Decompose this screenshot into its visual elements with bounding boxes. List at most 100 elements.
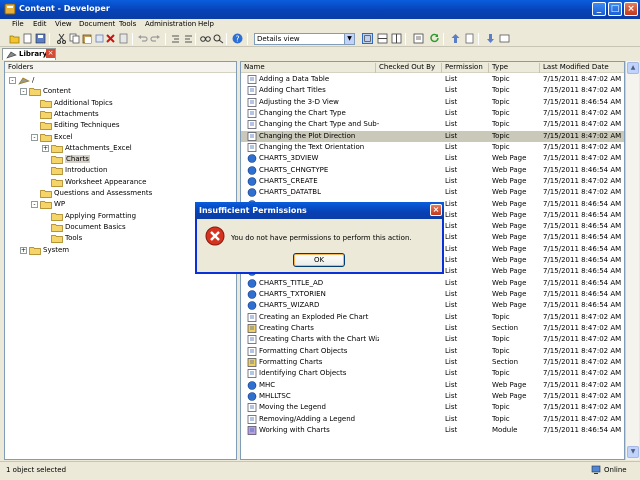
delete-icon[interactable] [105, 33, 116, 44]
cell-permission: List [445, 86, 458, 95]
folder-node[interactable]: - Excel [31, 132, 231, 143]
column-header-name[interactable]: Name [241, 63, 376, 73]
maximize-button[interactable]: □ [608, 2, 622, 16]
folder-node[interactable]: - Content [20, 86, 220, 97]
new-document-icon[interactable] [22, 33, 33, 44]
cell-permission: List [445, 210, 458, 219]
vertical-scrollbar[interactable]: ▲ ▼ [625, 61, 639, 460]
preview-icon[interactable] [499, 33, 510, 44]
scroll-up-arrow[interactable]: ▲ [627, 62, 639, 74]
library-root-icon [18, 77, 30, 85]
folder-node[interactable]: Charts [42, 154, 242, 165]
properties-icon[interactable] [118, 33, 129, 44]
folder-node[interactable]: Attachments [31, 109, 231, 120]
list-row[interactable]: Identifying Chart Objects List Topic 7/15/2… [241, 368, 624, 379]
list-row[interactable]: Adding a Data Table List Topic 7/15/2011 8:… [241, 74, 624, 85]
menu-tools[interactable]: Tools [119, 20, 136, 28]
indent-icon[interactable] [170, 33, 181, 44]
redo-icon[interactable] [150, 33, 161, 44]
find-replace-icon[interactable] [213, 33, 224, 44]
copy-icon[interactable] [69, 33, 80, 44]
close-window-button[interactable]: × [624, 2, 638, 16]
view-selector[interactable]: Details view ▼ [254, 33, 355, 45]
publish-icon[interactable] [485, 33, 496, 44]
expand-icon[interactable]: + [20, 246, 27, 254]
list-row[interactable]: Creating Charts List Section 7/15/2011 8:47… [241, 323, 624, 334]
list-row[interactable]: Adding Chart Titles List Topic 7/15/2011 8:… [241, 85, 624, 96]
list-row[interactable]: CHARTS_3DVIEW List Web Page 7/15/2011 8:47:… [241, 153, 624, 164]
list-row[interactable]: Adjusting the 3-D View List Topic 7/15/2011… [241, 97, 624, 108]
list-row[interactable]: Changing the Plot Direction List Topic 7/15… [241, 130, 624, 142]
split-horizontal-icon[interactable] [377, 33, 388, 44]
list-row[interactable]: CHARTS_TXTORIEN List Web Page 7/15/2011 8:4… [241, 289, 624, 300]
list-row[interactable]: CHARTS_CHNGTYPE List Web Page 7/15/2011 8:4… [241, 165, 624, 176]
folder-node[interactable]: Additional Topics [31, 98, 231, 109]
list-row[interactable]: Formatting Chart Objects List Topic 7/15/20… [241, 346, 624, 357]
collapse-icon[interactable]: - [31, 201, 38, 209]
filter-icon[interactable] [413, 33, 424, 44]
list-row[interactable]: CHARTS_CREATE List Web Page 7/15/2011 8:47:… [241, 176, 624, 187]
folder-node[interactable]: Introduction [42, 165, 242, 176]
cut-icon[interactable] [56, 33, 67, 44]
menu-administration[interactable]: Administration [145, 20, 196, 28]
list-row[interactable]: Creating Charts with the Chart Wizard Lis… [241, 334, 624, 345]
collapse-icon[interactable]: - [20, 88, 27, 96]
folder-node[interactable]: Worksheet Appearance [42, 177, 242, 188]
folder-node[interactable]: + System [20, 245, 220, 256]
ok-button[interactable]: OK [293, 253, 345, 267]
close-tab-button[interactable]: × [46, 49, 55, 58]
cell-name: CHARTS_CHNGTYPE [259, 165, 329, 174]
collapse-icon[interactable]: - [9, 77, 16, 84]
list-row[interactable]: Formatting Charts List Section 7/15/2011 8:… [241, 357, 624, 368]
cell-permission: List [445, 256, 458, 265]
cell-permission: List [445, 142, 458, 151]
list-row[interactable]: MHLLTSC List Web Page 7/15/2011 8:47:02 AM [241, 391, 624, 402]
chevron-down-icon[interactable]: ▼ [344, 34, 354, 44]
folder-node[interactable]: Questions and Assessments [31, 188, 231, 199]
column-header-permission[interactable]: Permission [442, 63, 489, 73]
column-header-checked-out-by[interactable]: Checked Out By [376, 63, 442, 73]
column-header-type[interactable]: Type [489, 63, 540, 73]
open-folder-icon[interactable] [9, 33, 20, 44]
undo-icon[interactable] [137, 33, 148, 44]
help-icon[interactable]: ? [232, 33, 243, 44]
dialog-close-button[interactable]: × [430, 204, 442, 216]
check-out-icon[interactable] [464, 33, 475, 44]
scroll-down-arrow[interactable]: ▼ [627, 446, 639, 458]
find-icon[interactable] [200, 33, 211, 44]
folder-node[interactable]: Editing Techniques [31, 120, 231, 131]
column-header-last-modified[interactable]: Last Modified Date [540, 63, 624, 73]
cell-type: Web Page [492, 267, 527, 276]
list-row[interactable]: Moving the Legend List Topic 7/15/2011 8:47… [241, 402, 624, 413]
folder-node[interactable]: + Attachments_Excel [42, 143, 242, 154]
minimize-button[interactable]: _ [592, 2, 606, 16]
list-row[interactable]: CHARTS_WIZARD List Web Page 7/15/2011 8:46:… [241, 300, 624, 311]
menu-help[interactable]: Help [198, 20, 214, 28]
collapse-icon[interactable]: - [31, 133, 38, 141]
list-row[interactable]: CHARTS_DATATBL List Web Page 7/15/2011 8:47… [241, 187, 624, 198]
list-row[interactable]: CHARTS_TITLE_AD List Web Page 7/15/2011 8:4… [241, 278, 624, 289]
menu-document[interactable]: Document [79, 20, 115, 28]
list-row[interactable]: Changing the Text Orientation List Topic 7/… [241, 142, 624, 153]
details-view-icon[interactable] [362, 33, 373, 44]
list-row[interactable]: Changing the Chart Type and Sub-t... List… [241, 119, 624, 130]
folder-icon [29, 246, 41, 255]
save-icon[interactable] [35, 33, 46, 44]
list-row[interactable]: Removing/Adding a Legend List Topic 7/15/20… [241, 414, 624, 425]
folder-node[interactable]: - / [9, 75, 209, 86]
menu-view[interactable]: View [55, 20, 72, 28]
refresh-icon[interactable] [429, 33, 440, 44]
list-row[interactable]: Changing the Chart Type List Topic 7/15/201… [241, 108, 624, 119]
check-in-icon[interactable] [450, 33, 461, 44]
toolbar-separator [132, 33, 133, 45]
list-row[interactable]: Working with Charts List Module 7/15/2011 8… [241, 425, 624, 436]
menu-file[interactable]: File [12, 20, 24, 28]
list-row[interactable]: Creating an Exploded Pie Chart List Topic 7… [241, 312, 624, 323]
outdent-icon[interactable] [183, 33, 194, 44]
duplicate-icon[interactable] [94, 33, 105, 44]
menu-edit[interactable]: Edit [33, 20, 47, 28]
paste-icon[interactable] [82, 33, 93, 44]
expand-icon[interactable]: + [42, 144, 49, 152]
list-row[interactable]: MHC List Web Page 7/15/2011 8:47:02 AM [241, 380, 624, 391]
split-vertical-icon[interactable] [391, 33, 402, 44]
